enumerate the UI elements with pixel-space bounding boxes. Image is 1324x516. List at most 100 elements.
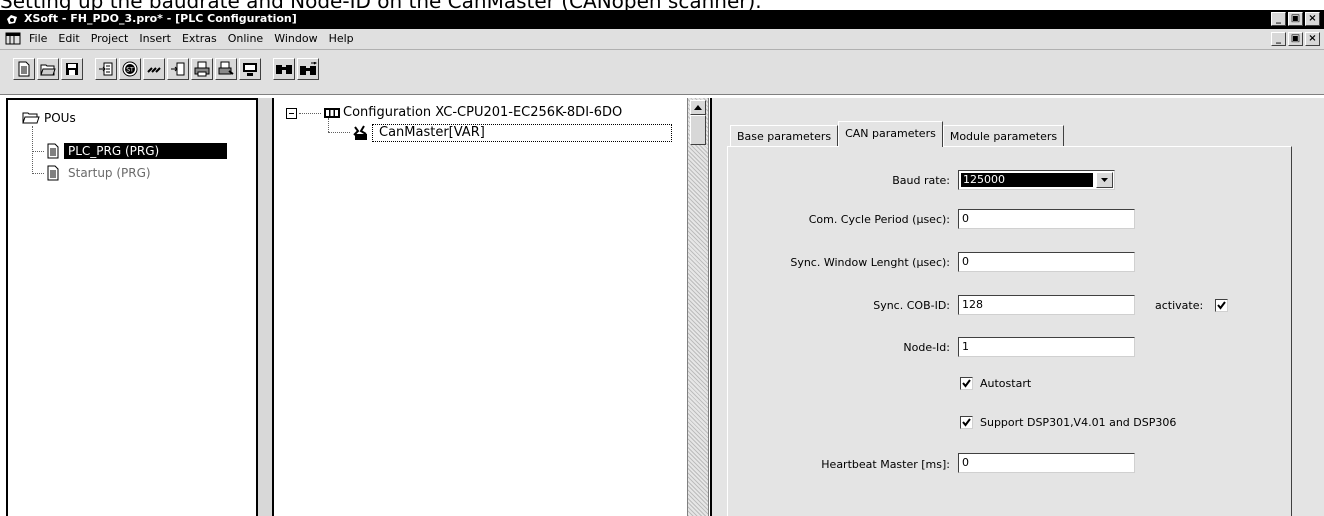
login-icon [99, 62, 113, 76]
document-window-controls: _ ▣ × [1271, 32, 1320, 46]
minimize-button[interactable]: _ [1271, 12, 1286, 26]
window-title: XSoft - FH_PDO_3.pro* - [PLC Configurati… [24, 12, 297, 25]
menu-window[interactable]: Window [269, 32, 323, 46]
binoculars-icon [276, 65, 292, 74]
printer-icon [194, 61, 210, 77]
can-master-icon [353, 125, 367, 140]
window-title-bar: XSoft - FH_PDO_3.pro* - [PLC Configurati… [0, 10, 1324, 29]
pane-splitter[interactable] [258, 98, 272, 516]
checkmark-icon [962, 418, 971, 427]
document-icon [47, 143, 59, 159]
heartbeat-master-label: Heartbeat Master [ms]: [821, 458, 950, 471]
new-file-icon [18, 61, 30, 77]
folder-open-icon [22, 112, 40, 124]
open-file-button[interactable] [37, 58, 59, 80]
new-file-button[interactable] [13, 58, 35, 80]
config-root-node[interactable]: Configuration XC-CPU201-EC256K-8DI-6DO [286, 105, 622, 121]
document-icon [47, 165, 59, 181]
config-canmaster-node[interactable]: CanMaster[VAR] [352, 124, 672, 142]
arrow-up-icon [694, 105, 702, 110]
menu-extras[interactable]: Extras [177, 32, 223, 46]
heartbeat-master-input[interactable]: 0 [958, 453, 1135, 473]
support-dsp-checkbox[interactable] [960, 416, 973, 429]
checkmark-icon [962, 379, 971, 388]
pou-root-node[interactable]: POUs [22, 110, 80, 126]
menu-file[interactable]: File [24, 32, 53, 46]
step-in-icon [171, 62, 185, 76]
baud-rate-value: 125000 [961, 173, 1093, 187]
save-button[interactable] [61, 58, 83, 80]
menu-items: File Edit Project Insert Extras Online W… [24, 32, 360, 46]
stop-button[interactable]: ST [119, 58, 141, 80]
doc-minimize-button[interactable]: _ [1271, 32, 1286, 46]
autostart-label: Autostart [980, 377, 1032, 390]
binoculars-replace-icon [300, 62, 317, 75]
menu-project[interactable]: Project [86, 32, 135, 46]
doc-close-button[interactable]: × [1305, 32, 1320, 46]
close-button[interactable]: × [1305, 12, 1320, 26]
dropdown-button[interactable] [1096, 172, 1113, 188]
stop-icon: ST [122, 61, 138, 77]
svg-text:ST: ST [126, 67, 134, 74]
pou-tree-pane [6, 98, 258, 516]
tab-base-parameters[interactable]: Base parameters [730, 125, 839, 147]
parameter-tabs: Base parameters CAN parameters Module pa… [730, 121, 1065, 147]
node-id-input[interactable]: 1 [958, 337, 1135, 357]
figure-caption: Setting up the baudrate and Node-ID on t… [0, 0, 1324, 10]
save-icon [66, 63, 78, 75]
chevron-down-icon [1101, 178, 1108, 182]
com-cycle-label: Com. Cycle Period (µsec): [808, 213, 950, 226]
login-button[interactable] [95, 58, 117, 80]
config-root-label: Configuration XC-CPU201-EC256K-8DI-6DO [343, 105, 623, 120]
print-preview-icon [218, 61, 234, 75]
xsoft-app-icon [7, 15, 17, 24]
print-preview-button[interactable] [215, 58, 237, 80]
menu-edit[interactable]: Edit [53, 32, 85, 46]
open-folder-icon [40, 64, 56, 76]
tab-module-parameters[interactable]: Module parameters [942, 125, 1065, 147]
support-dsp-label: Support DSP301,V4.01 and DSP306 [980, 416, 1177, 429]
config-canmaster-label: CanMaster[VAR] [372, 124, 672, 142]
menu-bar: File Edit Project Insert Extras Online W… [0, 29, 1324, 50]
menu-online[interactable]: Online [223, 32, 269, 46]
com-cycle-input[interactable]: 0 [958, 209, 1135, 229]
search-replace-button[interactable] [297, 58, 319, 80]
link-button[interactable] [143, 58, 165, 80]
menu-help[interactable]: Help [324, 32, 360, 46]
toolbar: ST [0, 50, 1324, 95]
activate-checkbox[interactable] [1215, 299, 1228, 312]
step-in-button[interactable] [167, 58, 189, 80]
checkmark-icon [1217, 301, 1226, 310]
tab-can-parameters[interactable]: CAN parameters [838, 121, 943, 147]
pou-item-label: Startup (PRG) [68, 166, 151, 180]
monitor-button[interactable] [239, 58, 261, 80]
plc-module-icon [324, 108, 340, 118]
link-icon [147, 67, 161, 73]
config-tree-pane [272, 98, 687, 516]
baud-rate-select[interactable]: 125000 [958, 170, 1115, 190]
collapse-box-icon[interactable] [286, 107, 297, 119]
activate-label: activate: [1155, 299, 1204, 312]
search-button[interactable] [273, 58, 295, 80]
menu-insert[interactable]: Insert [134, 32, 177, 46]
doc-restore-button[interactable]: ▣ [1288, 32, 1303, 46]
window-controls: _ ▣ × [1271, 12, 1320, 26]
sync-window-label: Sync. Window Lenght (µsec): [790, 256, 950, 269]
print-button[interactable] [191, 58, 213, 80]
sync-cob-id-input[interactable]: 128 [958, 295, 1135, 315]
maximize-button[interactable]: ▣ [1288, 12, 1303, 26]
pou-root-label: POUs [44, 111, 76, 125]
scroll-thumb[interactable] [690, 115, 706, 145]
pou-item-label: PLC_PRG (PRG) [64, 143, 227, 159]
sync-window-input[interactable]: 0 [958, 252, 1135, 272]
baud-rate-label: Baud rate: [892, 174, 950, 187]
pou-item-startup[interactable]: Startup (PRG) [46, 165, 155, 181]
scroll-up-button[interactable] [690, 100, 706, 115]
monitor-icon [243, 63, 257, 76]
pou-item-plc-prg[interactable]: PLC_PRG (PRG) [46, 143, 227, 159]
config-vertical-scrollbar[interactable] [687, 98, 709, 516]
document-menu-icon[interactable] [5, 32, 21, 45]
node-id-label: Node-Id: [903, 341, 950, 354]
autostart-checkbox[interactable] [960, 377, 973, 390]
sync-cob-id-label: Sync. COB-ID: [873, 299, 950, 312]
